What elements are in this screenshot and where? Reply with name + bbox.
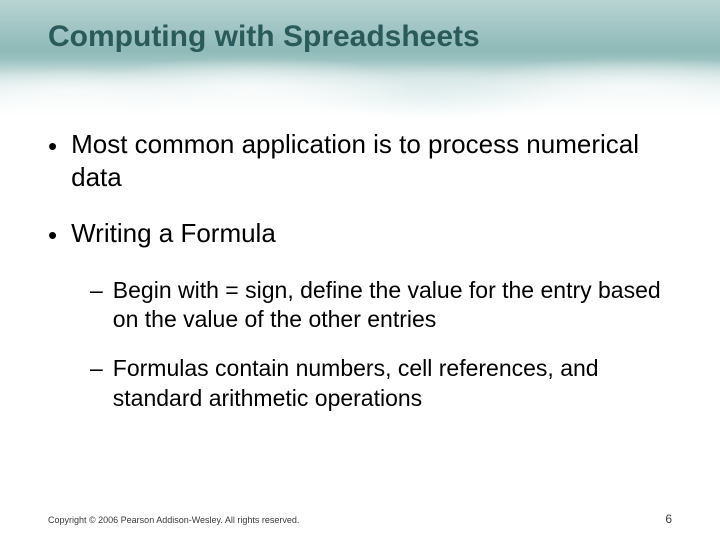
bullet-dash-icon: – — [90, 276, 103, 335]
header-background — [0, 0, 720, 120]
bullet-text: Begin with = sign, define the value for … — [113, 276, 672, 335]
bullet-dot-icon: • — [48, 219, 57, 252]
copyright-text: Copyright © 2006 Pearson Addison-Wesley.… — [48, 515, 299, 525]
bullet-text: Formulas contain numbers, cell reference… — [113, 354, 672, 413]
slide-title: Computing with Spreadsheets — [48, 20, 480, 54]
bullet-level2: – Formulas contain numbers, cell referen… — [90, 354, 672, 413]
bullet-level1: • Most common application is to process … — [48, 128, 672, 193]
bullet-level1: • Writing a Formula — [48, 217, 672, 252]
slide-body: • Most common application is to process … — [48, 128, 672, 433]
bullet-text: Most common application is to process nu… — [71, 128, 672, 193]
bullet-text: Writing a Formula — [71, 217, 276, 252]
bullet-dash-icon: – — [90, 354, 103, 413]
bullet-level2: – Begin with = sign, define the value fo… — [90, 276, 672, 335]
slide-footer: Copyright © 2006 Pearson Addison-Wesley.… — [48, 512, 672, 526]
page-number: 6 — [665, 512, 672, 526]
bullet-dot-icon: • — [48, 130, 57, 193]
